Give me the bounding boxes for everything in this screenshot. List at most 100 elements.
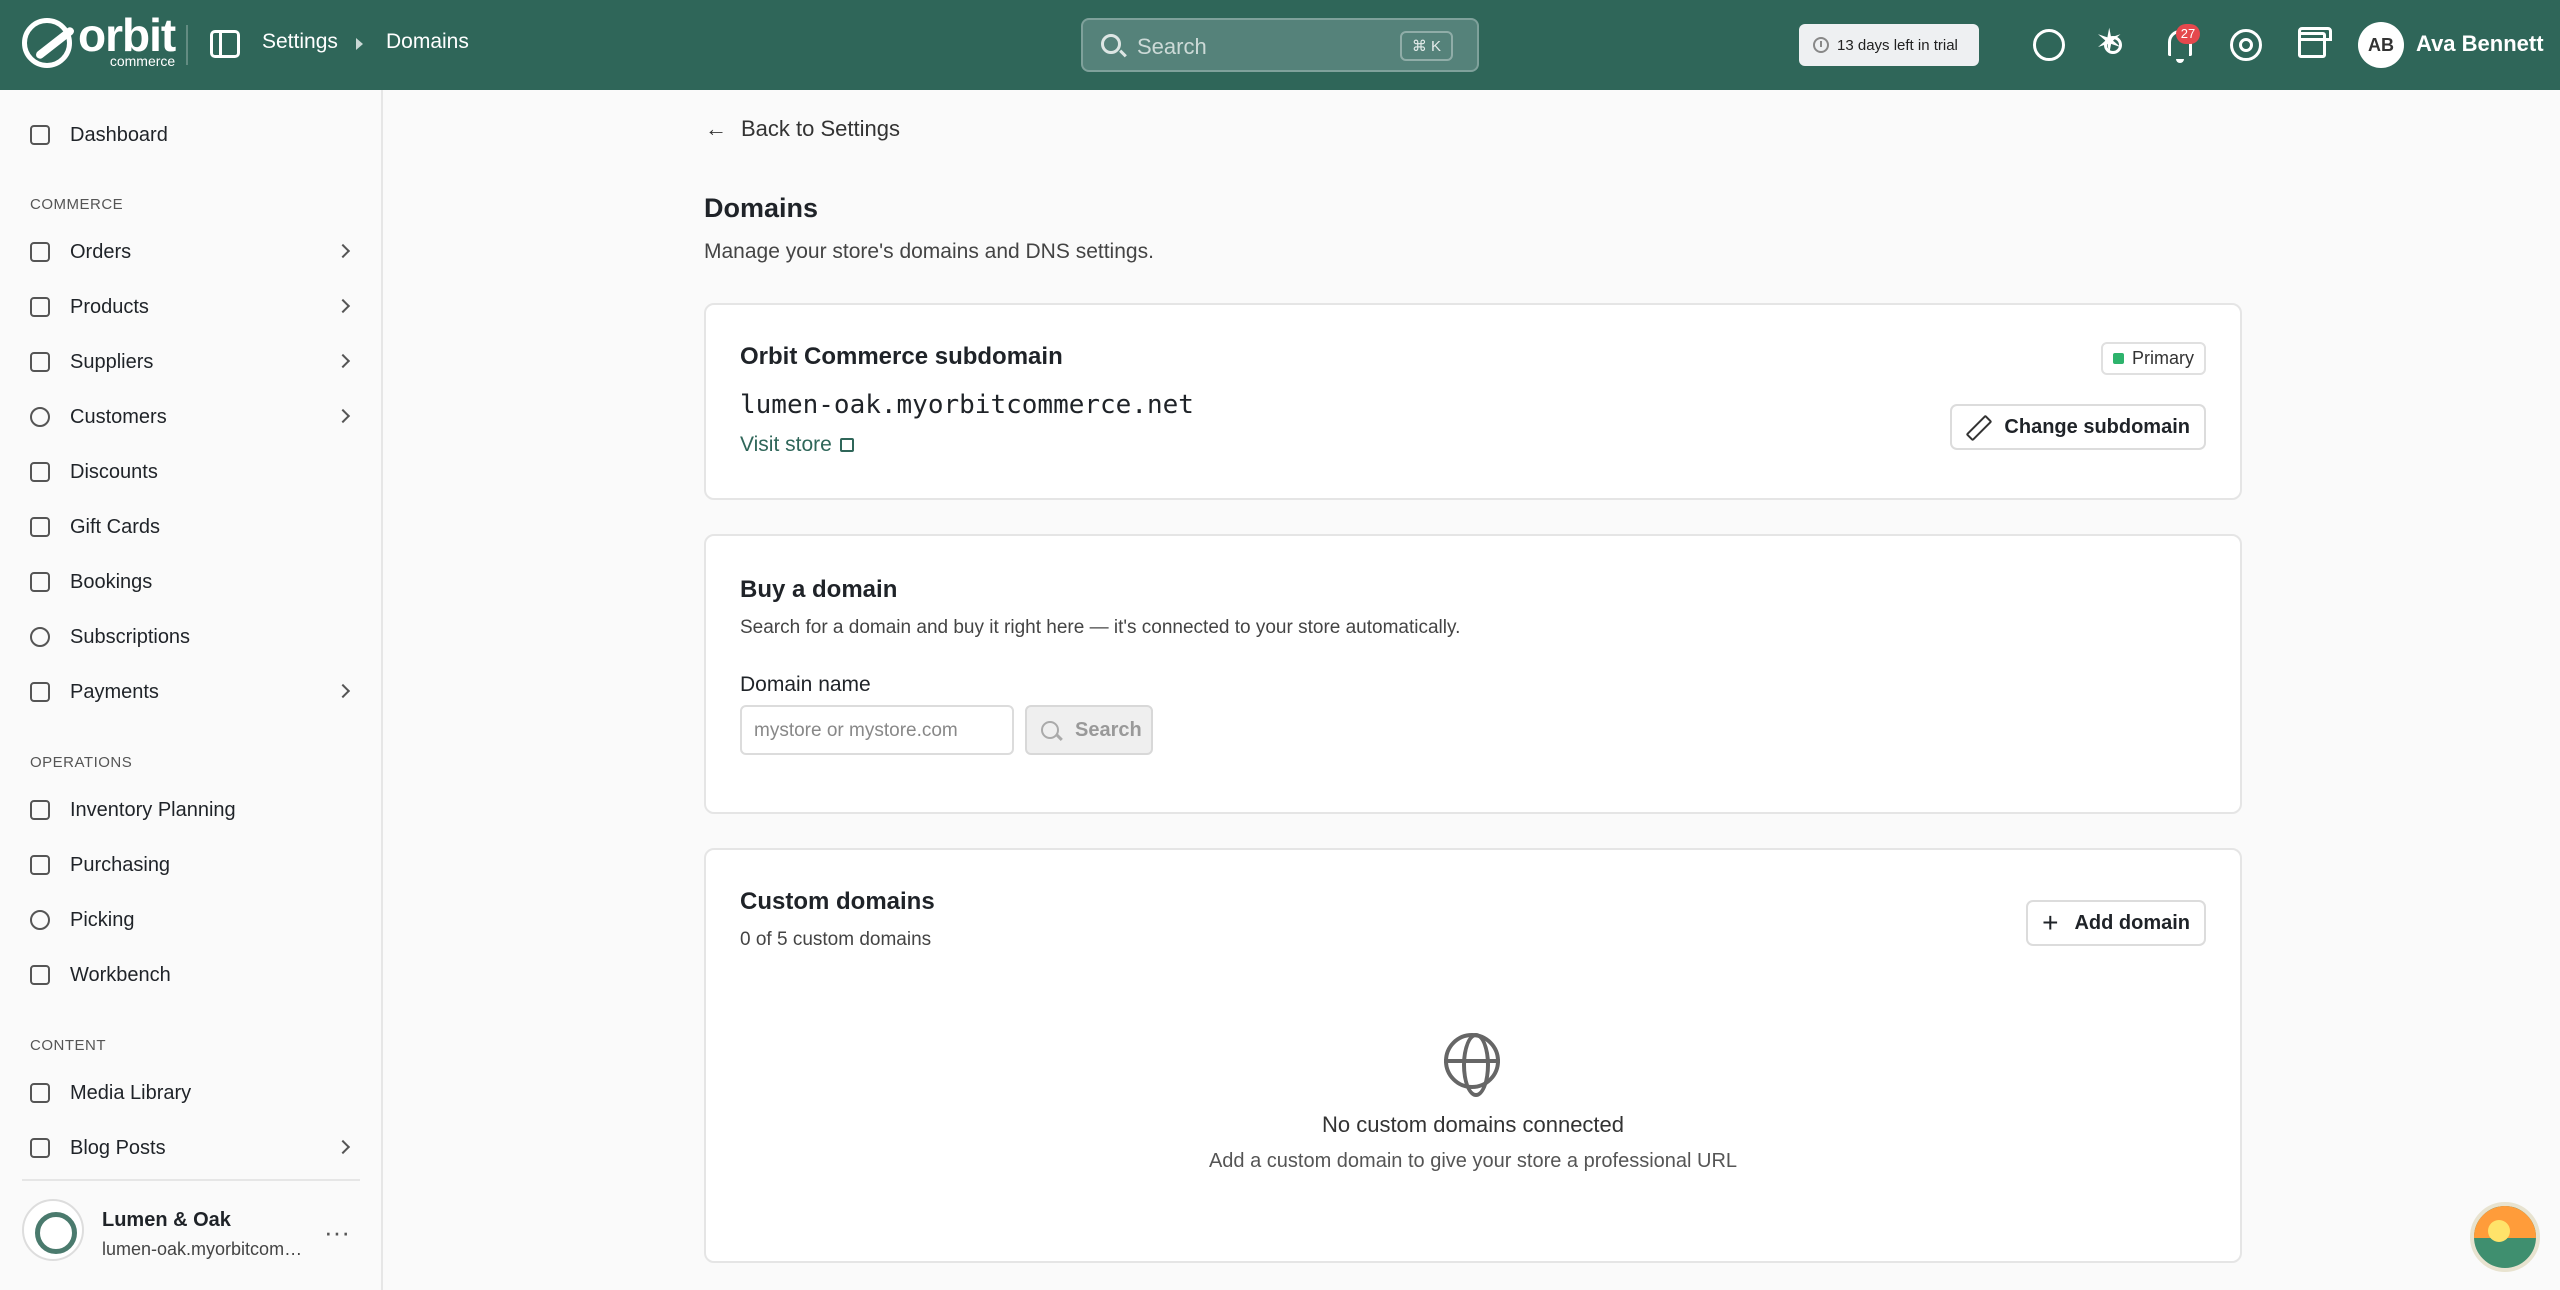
subdomain-card: Orbit Commerce subdomain lumen-oak.myorb… xyxy=(704,303,2242,500)
custom-domains-count: 0 of 5 custom domains xyxy=(740,929,932,950)
sidebar-item-purchasing[interactable]: Purchasing xyxy=(30,845,360,885)
user-avatar[interactable]: AB xyxy=(2358,22,2404,68)
sidebar-item-bookings[interactable]: Bookings xyxy=(30,562,360,602)
domain-name-label: Domain name xyxy=(740,673,871,696)
visit-store-link[interactable]: Visit store xyxy=(740,433,854,457)
calendar-icon xyxy=(30,572,50,592)
sidebar-item-workbench[interactable]: Workbench xyxy=(30,955,360,995)
tag-icon xyxy=(30,462,50,482)
subdomain-card-title: Orbit Commerce subdomain xyxy=(740,343,1063,370)
clock-icon xyxy=(1813,37,1829,53)
breadcrumb-domains: Domains xyxy=(386,30,469,53)
plus-icon: + xyxy=(2042,907,2059,938)
section-operations: OPERATIONS xyxy=(30,754,133,771)
suppliers-icon xyxy=(30,352,50,372)
map-pin-icon xyxy=(30,910,50,930)
change-subdomain-button[interactable]: Change subdomain xyxy=(1950,404,2206,450)
chevron-right-icon xyxy=(335,243,351,259)
products-icon xyxy=(30,297,50,317)
sidebar-item-media-library[interactable]: Media Library xyxy=(30,1073,360,1113)
sidebar-item-discounts[interactable]: Discounts xyxy=(30,452,360,492)
global-search[interactable]: Search ⌘ K xyxy=(1081,18,1479,72)
more-options-icon[interactable]: ··· xyxy=(324,1217,350,1248)
domain-name-input[interactable]: mystore or mystore.com xyxy=(740,705,1014,755)
help-icon[interactable] xyxy=(2230,29,2262,61)
storefront-icon[interactable] xyxy=(2298,27,2332,58)
search-placeholder: Search xyxy=(1137,34,1207,59)
breadcrumb-separator-icon xyxy=(356,38,363,50)
refresh-icon xyxy=(30,627,50,647)
feedback-icon[interactable] xyxy=(2033,29,2065,61)
customers-icon xyxy=(30,407,50,427)
add-domain-button[interactable]: + Add domain xyxy=(2026,900,2206,946)
custom-domains-title: Custom domains xyxy=(740,888,935,915)
workbench-icon xyxy=(30,965,50,985)
top-bar: orbit commerce Settings Domains Search ⌘… xyxy=(0,0,2560,90)
section-content: CONTENT xyxy=(30,1037,106,1054)
assistant-launcher-icon[interactable] xyxy=(2470,1202,2540,1272)
globe-icon xyxy=(1444,1033,1500,1097)
page-subtitle: Manage your store's domains and DNS sett… xyxy=(704,240,1154,263)
subdomain-value: lumen-oak.myorbitcommerce.net xyxy=(740,390,1194,420)
chevron-right-icon xyxy=(335,683,351,699)
document-icon xyxy=(30,1138,50,1158)
chevron-right-icon xyxy=(335,298,351,314)
sidebar-item-suppliers[interactable]: Suppliers xyxy=(30,342,360,382)
sidebar-item-payments[interactable]: Payments xyxy=(30,672,360,712)
page-title: Domains xyxy=(704,193,819,223)
search-icon xyxy=(1101,34,1121,54)
sidebar-item-picking[interactable]: Picking xyxy=(30,900,360,940)
chevron-right-icon xyxy=(335,1139,351,1155)
image-icon xyxy=(30,1083,50,1103)
orbit-logo-icon xyxy=(22,18,72,68)
sidebar-item-gift-cards[interactable]: Gift Cards xyxy=(30,507,360,547)
status-dot-icon xyxy=(2113,353,2124,364)
section-commerce: COMMERCE xyxy=(30,196,124,213)
breadcrumb-settings[interactable]: Settings xyxy=(262,30,338,54)
buy-domain-description: Search for a domain and buy it right her… xyxy=(740,617,1461,638)
search-icon xyxy=(1041,721,1059,739)
shopping-bag-icon xyxy=(30,855,50,875)
store-name: Lumen & Oak xyxy=(102,1209,231,1231)
sidebar-item-inventory-planning[interactable]: Inventory Planning xyxy=(30,790,360,830)
chevron-right-icon xyxy=(335,408,351,424)
back-to-settings-link[interactable]: ← Back to Settings xyxy=(705,116,900,142)
pencil-icon xyxy=(1966,416,1988,438)
store-logo xyxy=(22,1199,84,1261)
orders-icon xyxy=(30,242,50,262)
sidebar-item-dashboard[interactable]: Dashboard xyxy=(30,115,360,155)
domain-search-button[interactable]: Search xyxy=(1025,705,1153,755)
sidebar: Dashboard COMMERCE Orders Products Suppl… xyxy=(0,90,383,1290)
custom-domains-card: Custom domains 0 of 5 custom domains + A… xyxy=(704,848,2242,1263)
trial-text: 13 days left in trial xyxy=(1837,36,1958,54)
empty-state-title: No custom domains connected xyxy=(1321,1112,1625,1137)
notification-count-badge: 27 xyxy=(2176,24,2200,44)
inventory-icon xyxy=(30,800,50,820)
primary-badge: Primary xyxy=(2101,342,2206,375)
store-switcher[interactable]: Lumen & Oak lumen-oak.myorbitcommerce.ne… xyxy=(22,1195,362,1275)
sidebar-divider xyxy=(22,1179,360,1181)
brand-name: orbit xyxy=(78,9,176,61)
orbit-logo[interactable]: orbit commerce xyxy=(22,12,176,68)
store-url: lumen-oak.myorbitcommerce.net xyxy=(102,1239,307,1259)
sidebar-toggle-icon[interactable] xyxy=(210,30,240,58)
user-name[interactable]: Ava Bennett xyxy=(2416,31,2544,57)
chevron-right-icon xyxy=(335,353,351,369)
sidebar-item-orders[interactable]: Orders xyxy=(30,232,360,272)
topbar-divider xyxy=(186,25,188,65)
buy-domain-card: Buy a domain Search for a domain and buy… xyxy=(704,534,2242,814)
credit-card-icon xyxy=(30,682,50,702)
sidebar-item-subscriptions[interactable]: Subscriptions xyxy=(30,617,360,657)
sidebar-item-products[interactable]: Products xyxy=(30,287,360,327)
trial-badge[interactable]: 13 days left in trial xyxy=(1799,24,1979,66)
theme-toggle-icon[interactable] xyxy=(2095,25,2124,59)
sidebar-item-blog-posts[interactable]: Blog Posts xyxy=(30,1128,360,1168)
dashboard-icon xyxy=(30,125,50,145)
sidebar-item-customers[interactable]: Customers xyxy=(30,397,360,437)
gift-icon xyxy=(30,517,50,537)
buy-domain-title: Buy a domain xyxy=(740,576,898,603)
arrow-left-icon: ← xyxy=(705,116,727,141)
search-shortcut: ⌘ K xyxy=(1399,31,1453,61)
empty-state-subtitle: Add a custom domain to give your store a… xyxy=(1208,1150,1738,1172)
external-link-icon xyxy=(839,438,854,452)
